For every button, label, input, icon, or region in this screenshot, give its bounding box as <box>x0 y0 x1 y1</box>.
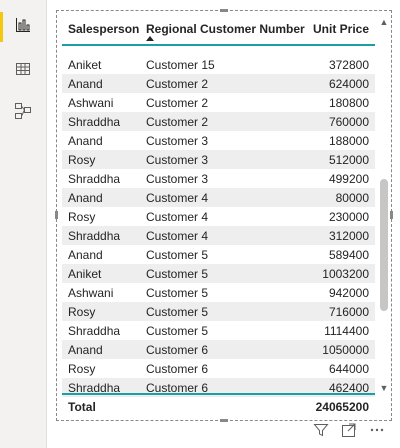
cell-unit-price: 372800 <box>328 58 369 72</box>
column-header-unit-price[interactable]: Unit Price <box>313 22 369 36</box>
cell-regional-customer-number: Customer 2 <box>146 96 209 110</box>
cell-salesperson: Shraddha <box>68 324 121 338</box>
cell-salesperson: Anand <box>68 191 103 205</box>
cell-unit-price: 1050000 <box>322 343 369 357</box>
cell-regional-customer-number: Customer 3 <box>146 153 209 167</box>
table-row[interactable]: Rosy Customer 6 644000 <box>62 359 375 378</box>
filter-icon[interactable] <box>313 422 329 443</box>
table-row[interactable]: Anand Customer 4 80000 <box>62 188 375 207</box>
cell-regional-customer-number: Customer 4 <box>146 191 209 205</box>
cell-unit-price: 760000 <box>328 115 369 129</box>
total-label: Total <box>68 400 96 414</box>
cell-unit-price: 716000 <box>328 305 369 319</box>
table-row[interactable]: Anand Customer 3 188000 <box>62 131 375 150</box>
cell-unit-price: 312000 <box>328 229 369 243</box>
bar-chart-icon <box>15 17 31 33</box>
resize-handle-top[interactable] <box>220 9 228 12</box>
cell-unit-price: 589400 <box>328 248 369 262</box>
table-row[interactable]: Anand Customer 5 589400 <box>62 245 375 264</box>
scroll-thumb[interactable] <box>380 179 388 311</box>
table-row[interactable]: Rosy Customer 5 716000 <box>62 302 375 321</box>
cell-salesperson: Rosy <box>68 210 96 224</box>
table-row[interactable]: Anand Customer 2 624000 <box>62 74 375 93</box>
cell-regional-customer-number: Customer 3 <box>146 134 209 148</box>
cell-unit-price: 180800 <box>328 96 369 110</box>
cell-salesperson: Aniket <box>68 58 102 72</box>
table-row[interactable]: Aniket Customer 15 372800 <box>62 55 375 74</box>
table-row[interactable]: Shraddha Customer 5 1114400 <box>62 321 375 340</box>
cell-salesperson: Shraddha <box>68 229 121 243</box>
cell-regional-customer-number: Customer 5 <box>146 305 209 319</box>
resize-handle-bottom[interactable] <box>220 419 228 422</box>
view-rail <box>0 0 47 448</box>
model-diagram-icon <box>14 102 32 120</box>
cell-salesperson: Anand <box>68 343 103 357</box>
table-total-row: Total 24065200 <box>62 393 375 419</box>
cell-regional-customer-number: Customer 6 <box>146 362 209 376</box>
cell-unit-price: 1003200 <box>322 267 369 281</box>
cell-regional-customer-number: Customer 5 <box>146 286 209 300</box>
table-row[interactable]: Ashwani Customer 2 180800 <box>62 93 375 112</box>
cell-salesperson: Ashwani <box>68 286 114 300</box>
cell-salesperson: Rosy <box>68 362 96 376</box>
more-options-icon[interactable] <box>369 422 385 443</box>
table-row[interactable]: Aniket Customer 5 1003200 <box>62 264 375 283</box>
table-row[interactable]: Rosy Customer 4 230000 <box>62 207 375 226</box>
cell-salesperson: Shraddha <box>68 115 121 129</box>
cell-regional-customer-number: Customer 6 <box>146 343 209 357</box>
scroll-up-icon[interactable]: ▲ <box>379 17 389 27</box>
table-row[interactable]: Ashwani Customer 5 942000 <box>62 283 375 302</box>
cell-regional-customer-number: Customer 2 <box>146 115 209 129</box>
table-row[interactable]: Rosy Customer 3 512000 <box>62 150 375 169</box>
table-body: Aniket Customer 15 372800 Anand Customer 2 62… <box>62 55 375 397</box>
cell-salesperson: Anand <box>68 77 103 91</box>
cell-unit-price: 644000 <box>328 362 369 376</box>
cell-salesperson: Ashwani <box>68 96 114 110</box>
report-view-button[interactable] <box>0 6 46 44</box>
table-header: Salesperson Regional Customer Number Uni… <box>62 17 375 46</box>
table-row[interactable]: Shraddha Customer 4 312000 <box>62 226 375 245</box>
cell-unit-price: 499200 <box>328 172 369 186</box>
focus-mode-icon[interactable] <box>341 422 357 443</box>
total-value: 24065200 <box>315 400 369 414</box>
cell-salesperson: Anand <box>68 134 103 148</box>
cell-unit-price: 512000 <box>328 153 369 167</box>
cell-regional-customer-number: Customer 5 <box>146 248 209 262</box>
column-header-salesperson[interactable]: Salesperson <box>68 22 139 36</box>
sort-ascending-icon <box>146 36 154 41</box>
cell-salesperson: Rosy <box>68 153 96 167</box>
vertical-scrollbar[interactable]: ▲ ▼ <box>378 17 390 393</box>
cell-unit-price: 1114400 <box>324 324 369 338</box>
cell-unit-price: 188000 <box>328 134 369 148</box>
cell-regional-customer-number: Customer 15 <box>146 58 215 72</box>
table-row[interactable]: Shraddha Customer 2 760000 <box>62 112 375 131</box>
data-view-button[interactable] <box>0 50 46 88</box>
cell-regional-customer-number: Customer 5 <box>146 324 209 338</box>
cell-unit-price: 80000 <box>335 191 369 205</box>
cell-regional-customer-number: Customer 4 <box>146 229 209 243</box>
cell-unit-price: 624000 <box>328 77 369 91</box>
cell-unit-price: 942000 <box>328 286 369 300</box>
resize-handle-left[interactable] <box>55 211 58 219</box>
cell-salesperson: Rosy <box>68 305 96 319</box>
resize-handle-right[interactable] <box>390 211 393 219</box>
table-grid-icon <box>15 61 31 77</box>
cell-salesperson: Anand <box>68 248 103 262</box>
cell-regional-customer-number: Customer 5 <box>146 267 209 281</box>
cell-salesperson: Aniket <box>68 267 102 281</box>
cell-regional-customer-number: Customer 4 <box>146 210 209 224</box>
cell-salesperson: Shraddha <box>68 172 121 186</box>
column-header-regional-customer-number[interactable]: Regional Customer Number <box>146 22 305 36</box>
visual-footer-toolbar <box>313 423 385 441</box>
table-row[interactable]: Anand Customer 6 1050000 <box>62 340 375 359</box>
cell-regional-customer-number: Customer 2 <box>146 77 209 91</box>
scroll-down-icon[interactable]: ▼ <box>379 383 389 393</box>
model-view-button[interactable] <box>0 92 46 130</box>
cell-unit-price: 230000 <box>328 210 369 224</box>
cell-regional-customer-number: Customer 3 <box>146 172 209 186</box>
table-row[interactable]: Shraddha Customer 3 499200 <box>62 169 375 188</box>
